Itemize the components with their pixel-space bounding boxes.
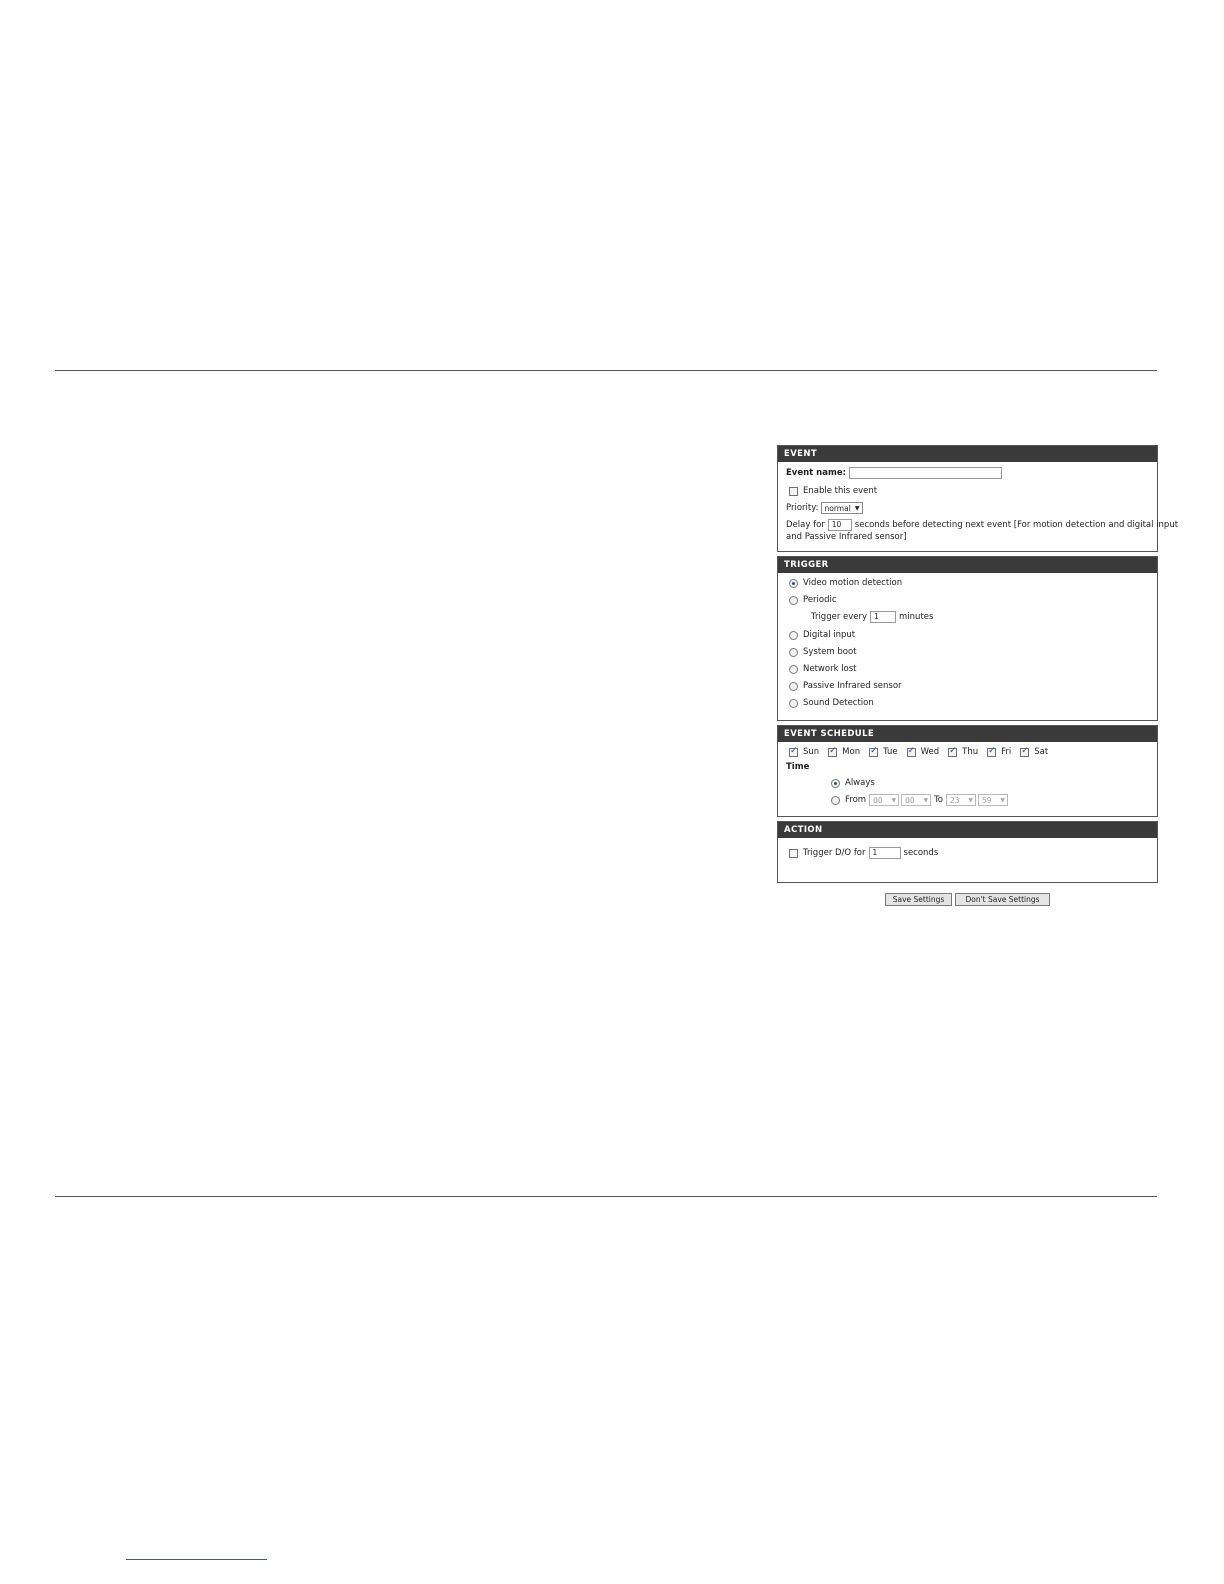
trigger-do-label: Trigger D/O for bbox=[803, 848, 866, 858]
day-checkbox-sun[interactable] bbox=[789, 746, 798, 757]
day-label-sat: Sat bbox=[1034, 747, 1049, 757]
from-hour-select[interactable]: 00 ▼ bbox=[869, 794, 900, 806]
priority-label: Priority: bbox=[786, 503, 819, 513]
time-to-label: To bbox=[934, 795, 944, 805]
dont-save-settings-button[interactable]: Don't Save Settings bbox=[955, 893, 1050, 906]
bottom-divider bbox=[55, 1196, 1157, 1197]
trigger-radio-digital-input[interactable] bbox=[789, 630, 798, 640]
chevron-down-icon: ▼ bbox=[854, 504, 860, 512]
action-section-header: ACTION bbox=[778, 822, 1157, 838]
trigger-do-seconds-input[interactable]: 1 bbox=[868, 847, 901, 859]
enable-event-label: Enable this event bbox=[803, 486, 878, 496]
event-name-input[interactable] bbox=[849, 467, 1002, 479]
trigger-radio-video-motion[interactable] bbox=[789, 578, 798, 588]
priority-select[interactable]: normal ▼ bbox=[820, 502, 863, 514]
trigger-label-video-motion: Video motion detection bbox=[803, 578, 903, 588]
trigger-do-checkbox[interactable] bbox=[789, 848, 798, 858]
chevron-down-icon: ▼ bbox=[968, 796, 974, 804]
day-label-tue: Tue bbox=[883, 747, 898, 757]
trigger-label-periodic: Periodic bbox=[803, 595, 837, 605]
trigger-radio-pir-sensor[interactable] bbox=[789, 681, 798, 691]
priority-select-value: normal bbox=[824, 503, 851, 513]
time-radio-always[interactable] bbox=[831, 778, 840, 788]
day-checkbox-thu[interactable] bbox=[948, 746, 958, 757]
event-settings-panel: EVENT Event name: Enable this event Prio… bbox=[777, 445, 1178, 887]
periodic-minutes-input[interactable]: 1 bbox=[870, 611, 897, 623]
to-minute-value: 59 bbox=[982, 795, 992, 805]
trigger-label-pir-sensor: Passive Infrared sensor bbox=[803, 681, 902, 691]
day-checkbox-fri[interactable] bbox=[987, 746, 997, 757]
trigger-label-digital-input: Digital input bbox=[803, 630, 856, 640]
footnote-rule bbox=[126, 1559, 267, 1560]
from-hour-value: 00 bbox=[873, 795, 883, 805]
day-label-thu: Thu bbox=[962, 747, 979, 757]
event-name-label: Event name: bbox=[786, 468, 846, 478]
periodic-suffix: minutes bbox=[899, 612, 934, 622]
from-minute-select[interactable]: 00 ▼ bbox=[901, 794, 932, 806]
trigger-radio-sound-detection[interactable] bbox=[789, 698, 798, 708]
trigger-radio-periodic[interactable] bbox=[789, 595, 798, 605]
day-checkbox-mon[interactable] bbox=[828, 746, 838, 757]
chevron-down-icon: ▼ bbox=[891, 796, 897, 804]
time-from-label: From bbox=[845, 795, 867, 805]
day-label-wed: Wed bbox=[920, 747, 940, 757]
event-section: EVENT Event name: Enable this event Prio… bbox=[777, 445, 1178, 552]
to-minute-select[interactable]: 59 ▼ bbox=[978, 794, 1009, 806]
delay-suffix: seconds before detecting next event [For… bbox=[854, 520, 1179, 530]
periodic-prefix: Trigger every bbox=[811, 612, 868, 622]
to-hour-value: 23 bbox=[950, 795, 960, 805]
time-radio-range[interactable] bbox=[831, 795, 840, 805]
delay-input[interactable]: 10 bbox=[827, 519, 852, 531]
time-label-always: Always bbox=[845, 778, 875, 788]
chevron-down-icon: ▼ bbox=[923, 796, 929, 804]
enable-event-checkbox[interactable] bbox=[789, 486, 798, 496]
day-checkbox-wed[interactable] bbox=[906, 746, 916, 757]
trigger-label-network-lost: Network lost bbox=[803, 664, 857, 674]
schedule-section: EVENT SCHEDULE Sun Mon Tue Wed Thu Fri S… bbox=[777, 725, 1158, 817]
trigger-section-header: TRIGGER bbox=[778, 557, 1157, 573]
schedule-section-header: EVENT SCHEDULE bbox=[778, 726, 1157, 742]
event-section-header: EVENT bbox=[778, 446, 1157, 462]
to-hour-select[interactable]: 23 ▼ bbox=[946, 794, 977, 806]
save-settings-button[interactable]: Save Settings bbox=[885, 893, 952, 906]
trigger-section: TRIGGER Video motion detection Periodic … bbox=[777, 556, 1158, 721]
day-checkbox-tue[interactable] bbox=[869, 746, 879, 757]
day-label-sun: Sun bbox=[803, 747, 820, 757]
trigger-label-system-boot: System boot bbox=[803, 647, 857, 657]
time-label: Time bbox=[786, 762, 810, 772]
chevron-down-icon: ▼ bbox=[1000, 796, 1006, 804]
trigger-radio-network-lost[interactable] bbox=[789, 664, 798, 674]
trigger-label-sound-detection: Sound Detection bbox=[803, 698, 874, 708]
trigger-radio-system-boot[interactable] bbox=[789, 647, 798, 657]
delay-label: Delay for bbox=[786, 520, 825, 530]
day-label-mon: Mon bbox=[842, 747, 861, 757]
trigger-do-suffix: seconds bbox=[903, 848, 939, 858]
top-divider bbox=[55, 370, 1157, 371]
day-checkbox-sat[interactable] bbox=[1020, 746, 1030, 757]
action-section: ACTION Trigger D/O for 1 seconds bbox=[777, 821, 1158, 883]
day-label-fri: Fri bbox=[1001, 747, 1012, 757]
from-minute-value: 00 bbox=[905, 795, 915, 805]
delay-suffix-continued: and Passive Infrared sensor] bbox=[786, 532, 907, 542]
